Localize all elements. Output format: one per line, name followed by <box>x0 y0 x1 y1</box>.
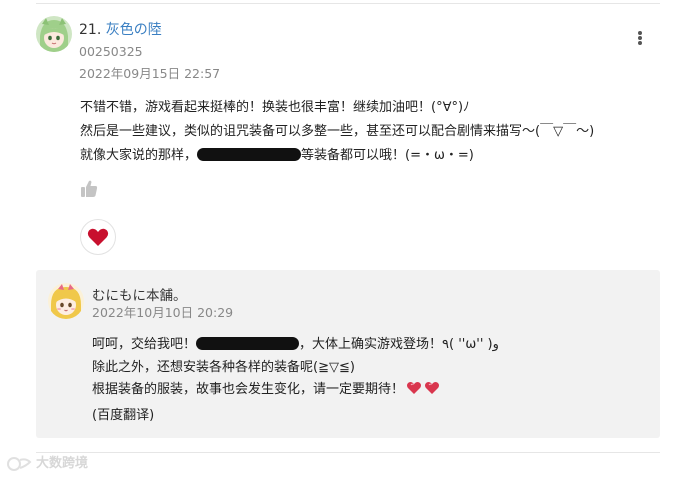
reply-card: むにもに本舗。 2022年10月10日 20:29 呵呵，交给我吧！ ，大体上确实… <box>36 270 660 438</box>
comment-line: 就像大家说的那样， 等装备都可以哦！(=・ω・=) <box>80 148 474 163</box>
author-name-link[interactable]: 灰色の陸 <box>106 22 162 38</box>
reply-line: 呵呵，交给我吧！ ，大体上确实游戏登场！٩( ''ω'' )و <box>92 337 499 352</box>
watermark-logo-icon <box>7 457 32 471</box>
reply-author-avatar[interactable] <box>48 283 84 319</box>
favorite-button[interactable] <box>80 219 116 255</box>
user-id: 00250325 <box>79 44 143 59</box>
comment-body: 不错不错，游戏看起来挺棒的！换装也很丰富！继续加油吧！(°∀°)ﾉ 然后是一些建… <box>80 96 652 168</box>
reply-body: 呵呵，交给我吧！ ，大体上确实游戏登场！٩( ''ω'' )و 除此之外，还想安装… <box>92 334 648 427</box>
reply-line: 除此之外，还想安装各种各样的装备呢(≧▽≦) <box>92 359 355 375</box>
reply-line: 根据装备的服装，故事也会发生变化，请一定要期待！ <box>92 379 648 405</box>
redacted-text <box>196 337 300 350</box>
more-options-button[interactable] <box>632 30 648 48</box>
author-avatar[interactable] <box>36 16 72 52</box>
post-timestamp: 2022年09月15日 22:57 <box>79 66 221 81</box>
reply-timestamp: 2022年10月10日 20:29 <box>92 305 234 320</box>
reply-line: (百度翻译) <box>92 407 155 423</box>
watermark-text: 大数跨境 <box>36 456 89 471</box>
comment-line: 不错不错，游戏看起来挺棒的！换装也很丰富！继续加油吧！(°∀°)ﾉ <box>80 100 470 115</box>
top-divider <box>36 3 660 4</box>
redacted-text <box>197 148 302 161</box>
thumbs-up-icon <box>81 180 98 197</box>
heart-icon <box>87 228 109 246</box>
comment-card: 21. 灰色の陸 00250325 2022年09月15日 22:57 不错不错… <box>36 14 660 264</box>
floor-number: 21. <box>79 22 102 38</box>
more-vertical-icon <box>638 31 642 35</box>
watermark: 大数跨境 <box>6 456 88 472</box>
comment-line: 然后是一些建议，类似的诅咒装备可以多整一些，甚至还可以配合剧情来描写～(￣▽￣～… <box>80 124 595 139</box>
reply-author-name[interactable]: むにもに本舗。 <box>92 287 187 305</box>
two-hearts-icon <box>406 380 442 405</box>
like-button[interactable] <box>80 179 98 199</box>
author-line: 21. 灰色の陸 <box>79 21 162 39</box>
bottom-divider <box>36 452 660 453</box>
